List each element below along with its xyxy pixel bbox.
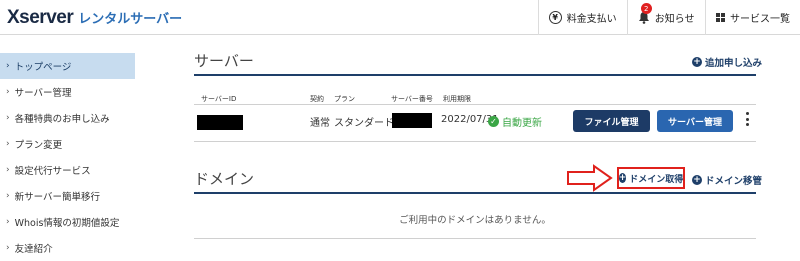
sidebar-item-label: 各種特典のお申し込み [15,111,110,125]
server-management-button[interactable]: サーバー管理 [657,110,733,132]
logo-subtitle: レンタルサーバー [78,8,182,27]
column-header-plan: プラン [334,94,355,104]
sidebar-item-friend-referral[interactable]: › 友達紹介 [0,235,135,261]
plus-circle-icon: + [692,57,702,67]
plan-cell: スタンダード [334,114,394,129]
sidebar-item-whois-defaults[interactable]: › Whois情報の初期値設定 [0,209,135,235]
empty-domain-message: ご利用中のドメインはありません。 [194,212,756,226]
sidebar-item-top-page[interactable]: › トップページ [0,53,135,79]
xserver-logo[interactable]: Xserver レンタルサーバー [7,7,182,29]
header-menu: ¥ 料金支払い 2 お知らせ サービス一覧 [538,0,800,35]
sidebar-item-label: 設定代行サービス [15,163,91,177]
notification-count-badge: 2 [641,3,652,14]
table-row-separator [194,141,756,142]
sidebar-item-benefits[interactable]: › 各種特典のお申し込み [0,105,135,131]
table-header-separator [194,104,756,105]
server-add-link[interactable]: + 追加申し込み [692,55,762,69]
column-header-contract: 契約 [310,94,324,104]
more-options-icon[interactable] [744,112,750,126]
sidebar-item-label: サーバー管理 [15,85,72,99]
column-header-server-id: サーバーID [201,94,236,104]
domain-section-title: ドメイン [194,168,254,189]
sidebar-item-label: プラン変更 [15,137,63,151]
sidebar-item-label: Whois情報の初期値設定 [15,215,120,229]
domain-transfer-label: ドメイン移管 [705,173,762,187]
red-arrow-icon [566,164,614,192]
column-header-expiry: 利用期限 [443,94,471,104]
chevron-right-icon: › [6,87,10,97]
sidebar: › トップページ › サーバー管理 › 各種特典のお申し込み › プラン変更 ›… [0,35,135,260]
domain-list-separator [194,238,756,239]
file-management-button[interactable]: ファイル管理 [573,110,650,132]
redacted-server-number [392,113,432,128]
logo-brand: Xserver [7,7,73,29]
server-section-title: サーバー [194,50,254,71]
service-list-menu[interactable]: サービス一覧 [705,0,800,35]
yen-icon: ¥ [549,11,562,24]
notifications-label: お知らせ [655,10,695,25]
auto-renew-label: 自動更新 [502,114,542,129]
domain-transfer-link[interactable]: + ドメイン移管 [692,173,762,187]
plus-circle-icon: + [692,175,702,185]
sidebar-item-server-management[interactable]: › サーバー管理 [0,79,135,105]
chevron-right-icon: › [6,113,10,123]
check-circle-icon: ✓ [488,116,499,127]
chevron-right-icon: › [6,217,10,227]
chevron-right-icon: › [6,139,10,149]
plus-circle-icon: + [619,173,627,183]
notifications-menu[interactable]: 2 お知らせ [627,0,705,35]
sidebar-item-plan-change[interactable]: › プラン変更 [0,131,135,157]
chevron-right-icon: › [6,243,10,253]
domain-acquire-label: ドメイン取得 [629,172,683,185]
server-section-divider [194,74,756,76]
service-list-label: サービス一覧 [730,10,790,25]
grid-icon [716,13,726,23]
sidebar-item-label: 友達紹介 [15,241,53,255]
column-header-server-number: サーバー番号 [391,94,433,104]
sidebar-item-label: 新サーバー簡単移行 [15,189,100,203]
redacted-server-id [197,115,243,130]
payment-menu[interactable]: ¥ 料金支払い [538,0,627,35]
chevron-right-icon: › [6,191,10,201]
top-header: Xserver レンタルサーバー ¥ 料金支払い 2 お知らせ サービス一覧 [0,0,800,35]
server-add-label: 追加申し込み [705,55,762,69]
sidebar-item-label: トップページ [15,59,72,73]
domain-section-divider [194,192,756,194]
sidebar-item-server-migration[interactable]: › 新サーバー簡単移行 [0,183,135,209]
chevron-right-icon: › [6,165,10,175]
sidebar-item-setup-service[interactable]: › 設定代行サービス [0,157,135,183]
chevron-right-icon: › [6,61,10,71]
payment-label: 料金支払い [567,10,617,25]
auto-renew-status: ✓ 自動更新 [488,114,542,129]
domain-acquire-button[interactable]: + ドメイン取得 [617,167,685,189]
contract-cell: 通常 [310,114,330,129]
